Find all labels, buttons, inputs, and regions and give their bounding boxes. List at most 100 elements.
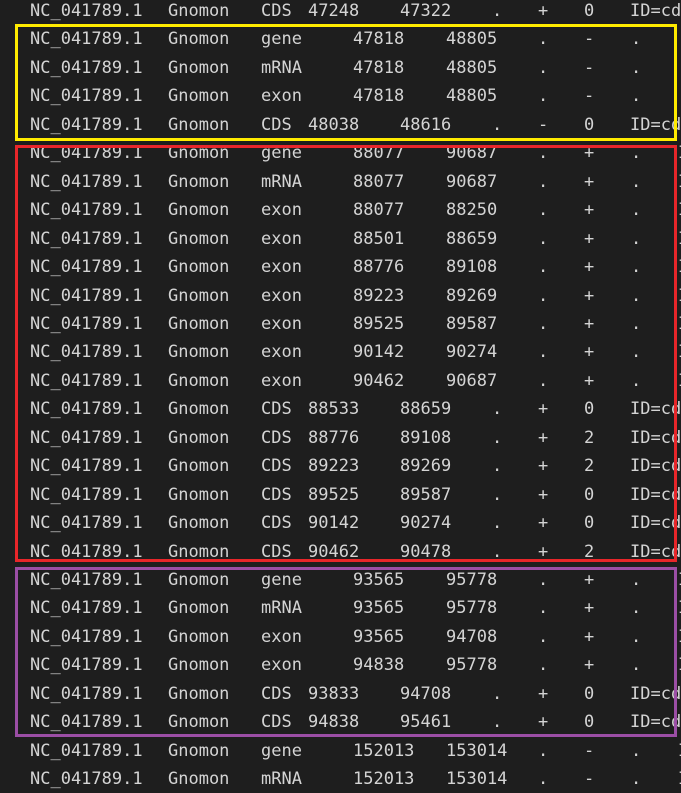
cell-src: Gnomon — [168, 598, 230, 619]
cell-src: Gnomon — [168, 200, 230, 221]
cell-src: Gnomon — [168, 285, 230, 306]
cell-phase: . — [631, 171, 642, 192]
cell-strand: + — [538, 513, 549, 534]
cell-type: CDS — [261, 683, 292, 704]
cell-seq: NC_041789.1 — [30, 484, 143, 505]
cell-start: 88776 — [353, 257, 405, 278]
cell-start: 94838 — [308, 712, 360, 733]
cell-src: Gnomon — [168, 683, 230, 704]
cell-score: . — [538, 370, 549, 391]
cell-src: Gnomon — [168, 456, 230, 477]
cell-phase: 0 — [584, 399, 595, 420]
cell-end: 48805 — [446, 57, 498, 78]
cell-src: Gnomon — [168, 626, 230, 647]
cell-end: 48805 — [446, 29, 498, 50]
cell-seq: NC_041789.1 — [30, 427, 143, 448]
cell-src: Gnomon — [168, 370, 230, 391]
cell-type: gene — [261, 143, 302, 164]
cell-src: Gnomon — [168, 570, 230, 590]
cell-score: . — [538, 313, 549, 334]
cell-strand: + — [538, 484, 549, 505]
cell-end: 95461 — [400, 712, 452, 733]
cell-src: Gnomon — [168, 541, 230, 562]
cell-score: . — [492, 513, 503, 534]
cell-strand: - — [584, 57, 595, 78]
cell-seq: NC_041789.1 — [30, 57, 143, 78]
cell-seq: NC_041789.1 — [30, 285, 143, 306]
cell-end: 94708 — [446, 626, 498, 647]
cell-src: Gnomon — [168, 257, 230, 278]
cell-seq: NC_041789.1 — [30, 171, 143, 192]
cell-attr: ID=cd — [630, 513, 681, 534]
cell-type: exon — [261, 626, 302, 647]
cell-attr: ID=cd — [630, 427, 681, 448]
cell-src: Gnomon — [168, 740, 230, 761]
cell-end: 89108 — [446, 257, 498, 278]
cell-phase: 0 — [584, 683, 595, 704]
cell-phase: 2 — [584, 456, 595, 477]
cell-type: exon — [261, 342, 302, 363]
cell-type: CDS — [261, 427, 292, 448]
cell-start: 47248 — [308, 1, 360, 21]
cell-end: 90274 — [400, 513, 452, 534]
cell-end: 153014 — [446, 740, 508, 761]
cell-score: . — [538, 655, 549, 676]
cell-start: 88077 — [353, 200, 405, 221]
cell-start: 89223 — [308, 456, 360, 477]
cell-end: 95778 — [446, 598, 498, 619]
cell-phase: . — [631, 570, 642, 590]
cell-score: . — [538, 285, 549, 306]
cell-seq: NC_041789.1 — [30, 626, 143, 647]
cell-type: CDS — [261, 484, 292, 505]
cell-end: 90687 — [446, 370, 498, 391]
cell-strand: + — [538, 456, 549, 477]
cell-type: gene — [261, 29, 302, 50]
cell-start: 94838 — [353, 655, 405, 676]
cell-seq: NC_041789.1 — [30, 683, 143, 704]
cell-seq: NC_041789.1 — [30, 598, 143, 619]
cell-phase: . — [631, 29, 642, 50]
cell-phase: . — [631, 740, 642, 761]
cell-score: . — [492, 456, 503, 477]
cell-type: exon — [261, 313, 302, 334]
cell-phase: . — [631, 769, 642, 790]
cell-strand: - — [538, 114, 549, 135]
cell-phase: 0 — [584, 712, 595, 733]
cell-seq: NC_041789.1 — [30, 655, 143, 676]
cell-src: Gnomon — [168, 29, 230, 50]
cell-phase: . — [631, 200, 642, 221]
cell-phase: 0 — [584, 484, 595, 505]
cell-src: Gnomon — [168, 342, 230, 363]
cell-src: Gnomon — [168, 228, 230, 249]
cell-strand: + — [584, 313, 595, 334]
cell-strand: + — [584, 342, 595, 363]
cell-end: 95778 — [446, 655, 498, 676]
cell-score: . — [538, 86, 549, 107]
cell-type: gene — [261, 570, 302, 590]
cell-src: Gnomon — [168, 399, 230, 420]
cell-strand: - — [584, 29, 595, 50]
terminal-output[interactable]: NC_041789.1 Gnomon CDS 47248 47322. +0 ID=cds N… — [0, 0, 681, 793]
cell-type: CDS — [261, 1, 292, 21]
cell-src: Gnomon — [168, 769, 230, 790]
cell-attr: ID=cds — [630, 114, 681, 135]
cell-type: exon — [261, 200, 302, 221]
cell-src: Gnomon — [168, 171, 230, 192]
cell-score: . — [538, 570, 549, 590]
cell-src: Gnomon — [168, 86, 230, 107]
cell-type: CDS — [261, 541, 292, 562]
cell-score: . — [538, 740, 549, 761]
cell-score: . — [492, 683, 503, 704]
cell-attr: ID=cd — [630, 541, 681, 562]
cell-seq: NC_041789.1 — [30, 399, 143, 420]
cell-attr: ID=cd — [630, 399, 681, 420]
cell-start: 93565 — [353, 598, 405, 619]
cell-strand: + — [584, 285, 595, 306]
cell-src: Gnomon — [168, 484, 230, 505]
cell-start: 89525 — [308, 484, 360, 505]
cell-type: mRNA — [261, 598, 302, 619]
cell-seq: NC_041789.1 — [30, 200, 143, 221]
cell-attr: ID=cd — [630, 484, 681, 505]
cell-seq: NC_041789.1 — [30, 513, 143, 534]
cell-phase: . — [631, 143, 642, 164]
